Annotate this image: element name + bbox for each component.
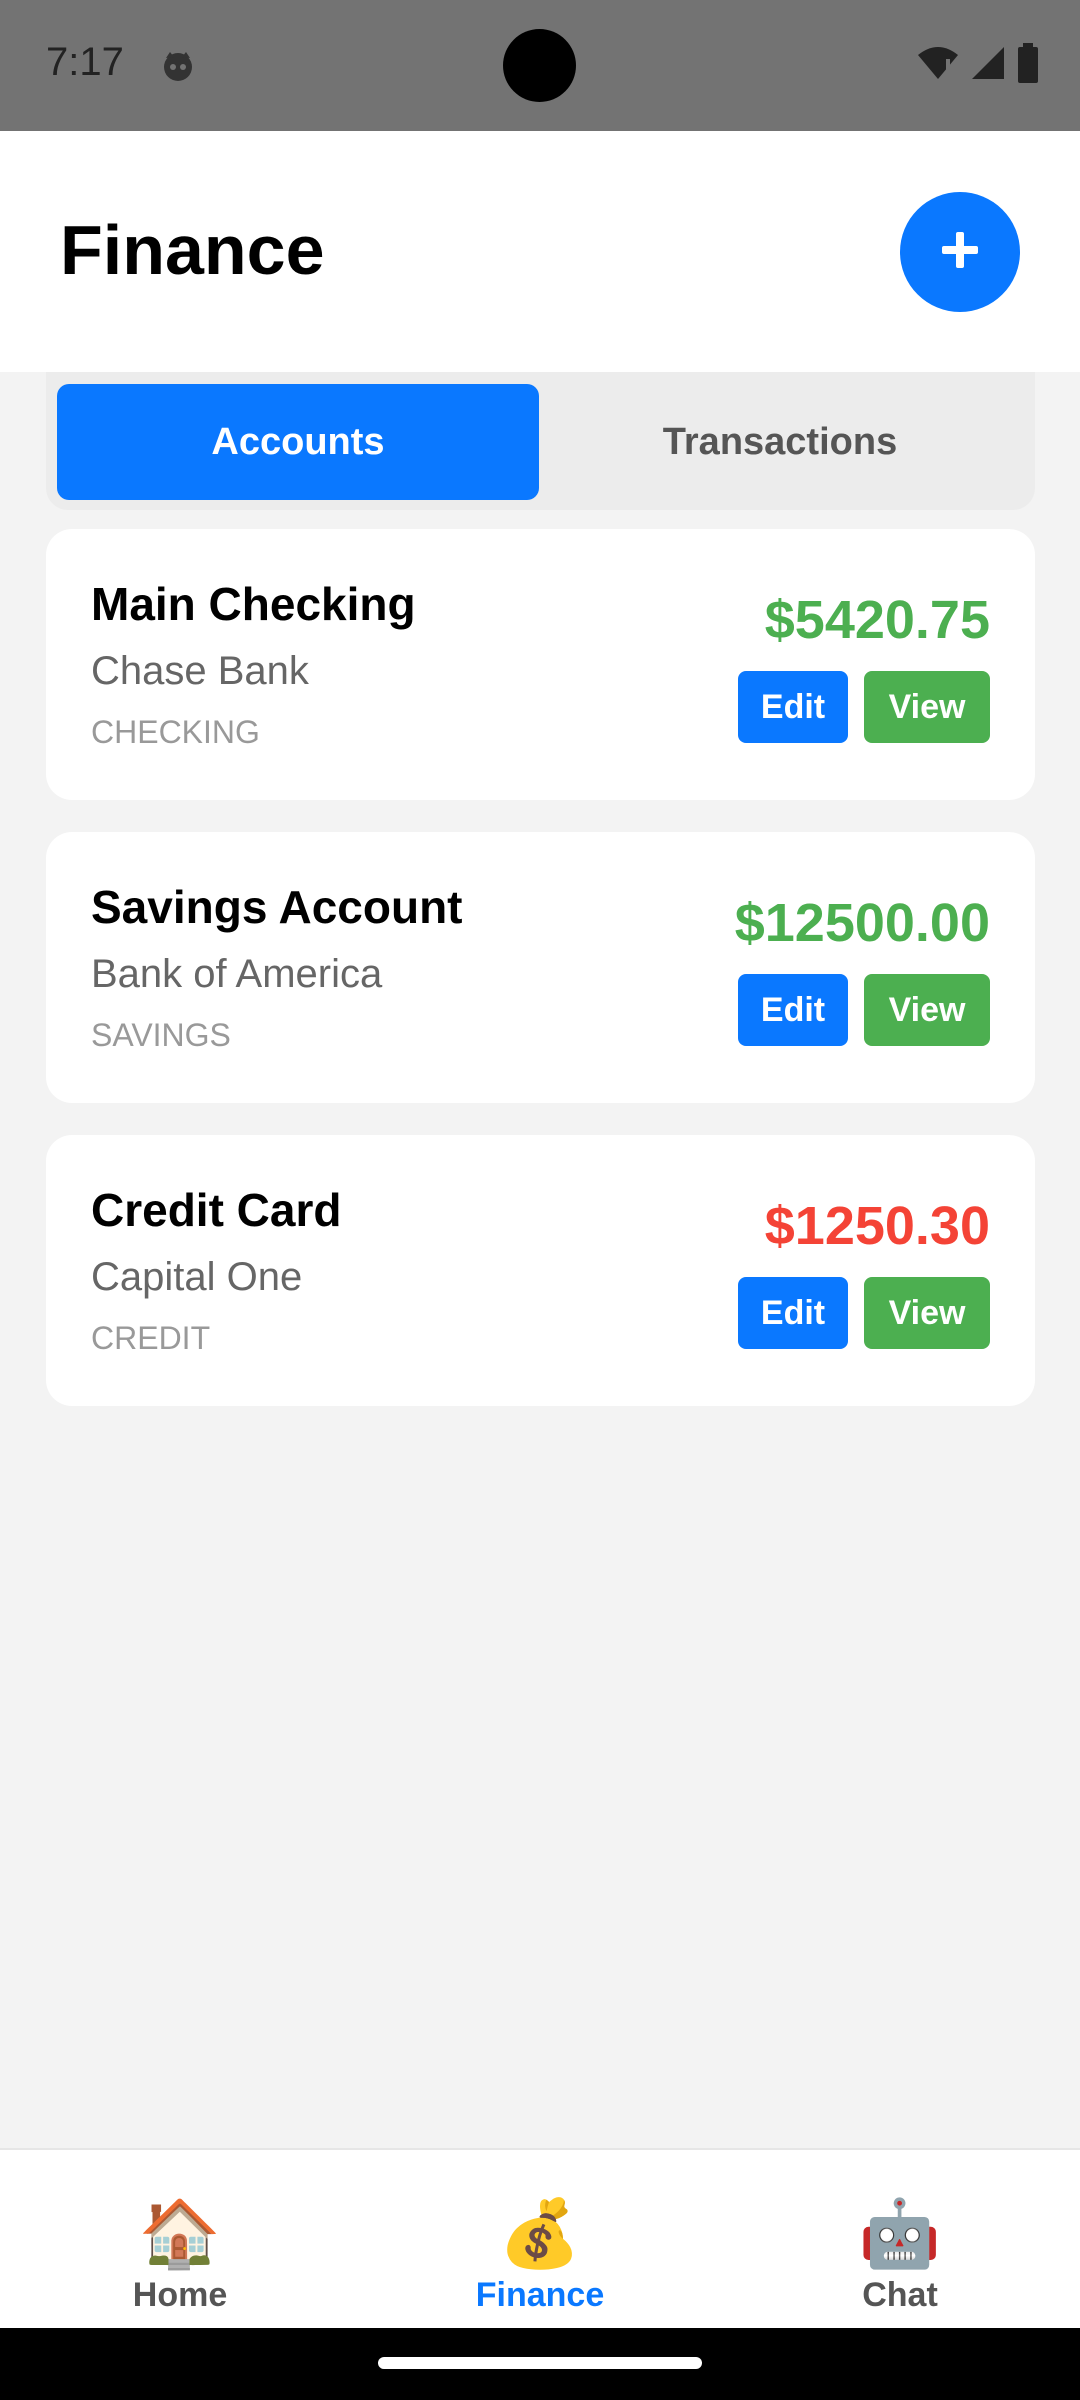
- account-balance: $1250.30: [764, 1196, 990, 1256]
- view-button[interactable]: View: [864, 1277, 990, 1349]
- house-icon: 🏠: [138, 2196, 222, 2270]
- nav-label: Home: [132, 2276, 228, 2314]
- notification-cat-icon: [160, 50, 196, 82]
- account-name: Credit Card: [91, 1184, 342, 1236]
- edit-button[interactable]: Edit: [738, 671, 848, 743]
- tab-transactions[interactable]: Transactions: [539, 384, 1021, 500]
- account-card[interactable]: Savings Account Bank of America SAVINGS …: [46, 832, 1035, 1103]
- edit-button[interactable]: Edit: [738, 974, 848, 1046]
- status-time: 7:17: [46, 40, 124, 84]
- account-name: Main Checking: [91, 578, 416, 630]
- status-icons: [916, 42, 1040, 88]
- account-type: CREDIT: [91, 1320, 211, 1356]
- account-name: Savings Account: [91, 881, 463, 933]
- home-gesture-handle[interactable]: [378, 2357, 702, 2369]
- gesture-navigation-area: [0, 2328, 1080, 2400]
- account-card[interactable]: Credit Card Capital One CREDIT $1250.30 …: [46, 1135, 1035, 1406]
- account-card[interactable]: Main Checking Chase Bank CHECKING $5420.…: [46, 529, 1035, 800]
- account-type: SAVINGS: [91, 1017, 231, 1053]
- add-account-button[interactable]: [900, 192, 1020, 312]
- bottom-navigation: 🏠 Home 💰 Finance 🤖 Chat: [0, 2148, 1080, 2330]
- tab-switcher: Accounts Transactions: [46, 372, 1035, 510]
- account-type: CHECKING: [91, 714, 260, 750]
- app-header: Finance: [0, 131, 1080, 372]
- view-button[interactable]: View: [864, 974, 990, 1046]
- tab-accounts[interactable]: Accounts: [57, 384, 539, 500]
- signal-icon: [970, 45, 1006, 86]
- plus-icon: [938, 228, 982, 277]
- nav-item-finance[interactable]: 💰 Finance: [420, 2200, 660, 2320]
- account-balance: $12500.00: [734, 893, 990, 953]
- bank-name: Bank of America: [91, 952, 383, 996]
- wifi-icon: [916, 45, 960, 86]
- money-bag-icon: 💰: [498, 2196, 582, 2270]
- robot-icon: 🤖: [858, 2196, 942, 2270]
- view-button[interactable]: View: [864, 671, 990, 743]
- bank-name: Chase Bank: [91, 649, 309, 693]
- nav-label: Chat: [862, 2276, 938, 2314]
- status-bar: 7:17: [0, 0, 1080, 131]
- page-title: Finance: [60, 211, 325, 289]
- battery-icon: [1016, 42, 1040, 88]
- account-balance: $5420.75: [764, 590, 990, 650]
- nav-item-home[interactable]: 🏠 Home: [60, 2200, 300, 2320]
- bank-name: Capital One: [91, 1255, 303, 1299]
- nav-label: Finance: [475, 2276, 605, 2314]
- edit-button[interactable]: Edit: [738, 1277, 848, 1349]
- nav-item-chat[interactable]: 🤖 Chat: [780, 2200, 1020, 2320]
- camera-cutout: [503, 29, 576, 102]
